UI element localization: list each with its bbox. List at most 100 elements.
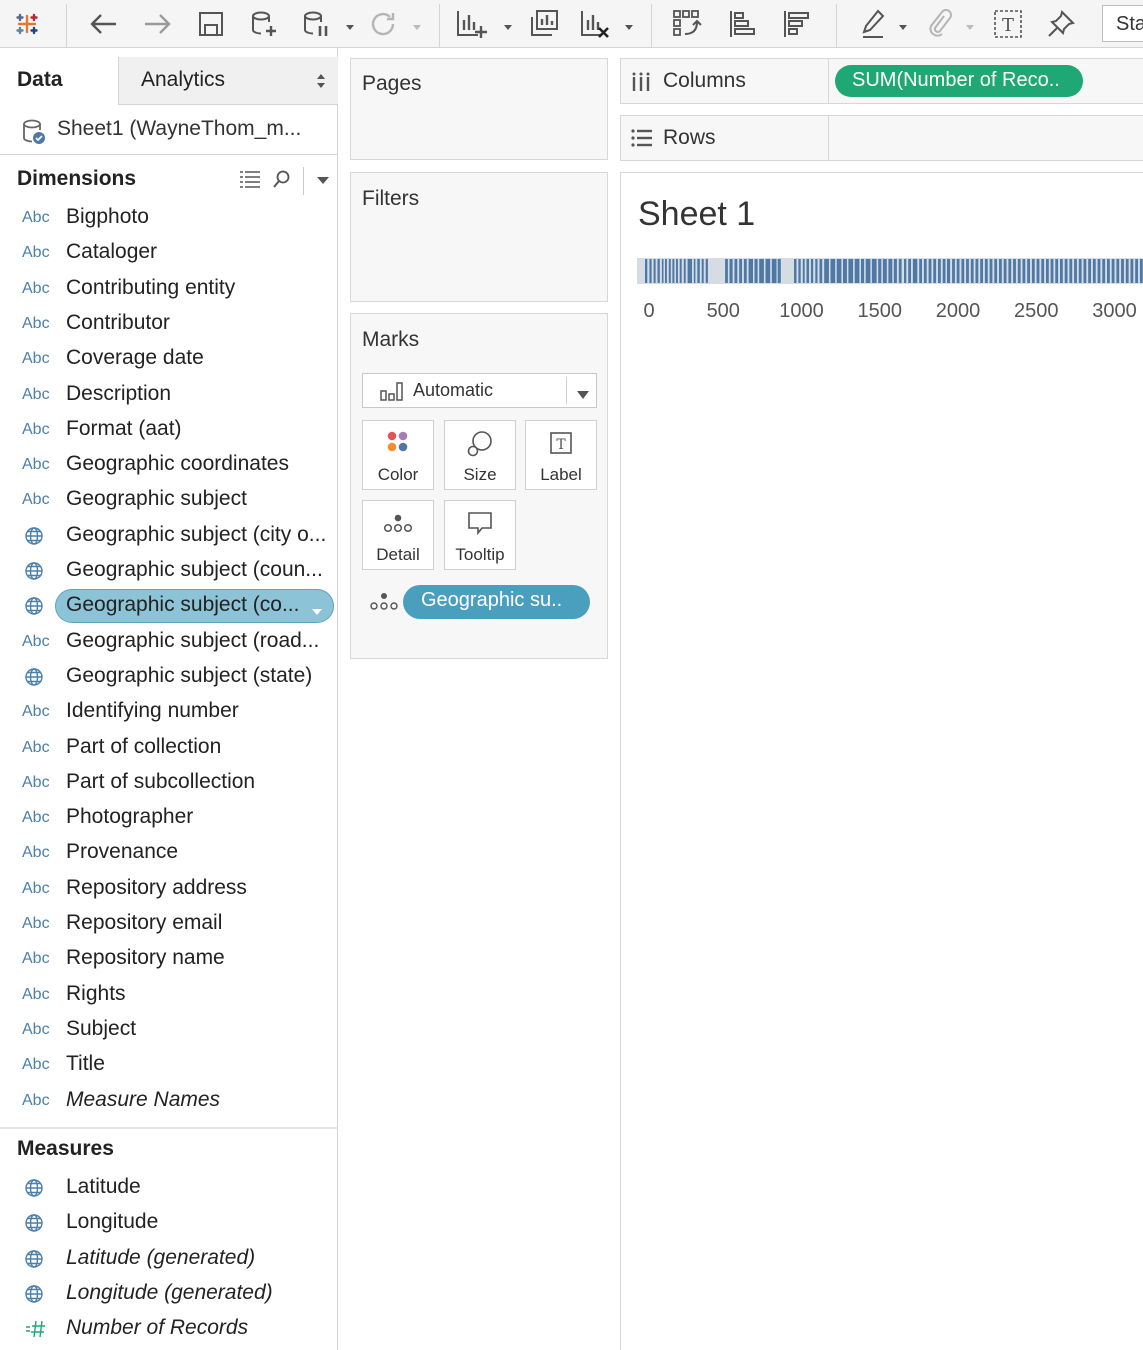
strip-mark[interactable] [830, 259, 836, 283]
strip-mark[interactable] [970, 259, 974, 283]
strip-mark[interactable] [919, 259, 922, 283]
strip-mark[interactable] [649, 259, 652, 283]
search-icon[interactable] [273, 170, 291, 193]
field-item[interactable]: Geographic subject (co... [0, 589, 338, 624]
strip-mark[interactable] [975, 259, 979, 283]
strip-mark[interactable] [843, 259, 847, 283]
strip-mark[interactable] [923, 259, 927, 283]
strip-mark[interactable] [912, 259, 918, 283]
strip-mark[interactable] [665, 259, 667, 283]
strip-mark[interactable] [938, 259, 941, 283]
strip-mark[interactable] [1064, 259, 1068, 283]
field-item[interactable]: Latitude (generated) [0, 1242, 338, 1277]
tab-data[interactable]: Data [0, 57, 118, 105]
strip-mark[interactable] [878, 259, 882, 283]
strip-mark[interactable] [1092, 259, 1096, 283]
columns-shelf[interactable]: Columns SUM(Number of Reco.. [620, 58, 1143, 104]
strip-mark[interactable] [645, 259, 648, 283]
strip-mark[interactable] [1102, 259, 1106, 283]
strip-mark[interactable] [989, 259, 993, 283]
strip-mark[interactable] [672, 259, 675, 283]
strip-mark[interactable] [848, 259, 854, 283]
strip-mark[interactable] [1083, 259, 1087, 283]
refresh-icon[interactable] [365, 6, 401, 42]
datasource-item[interactable]: Sheet1 (WayneThom_m... [0, 107, 338, 155]
highlight-icon[interactable] [856, 6, 892, 42]
strip-mark[interactable] [908, 259, 911, 283]
pages-card[interactable]: Pages [350, 58, 608, 160]
field-item[interactable]: Abc Subject [0, 1013, 338, 1048]
field-item[interactable]: Abc Rights [0, 978, 338, 1013]
strip-mark[interactable] [994, 259, 998, 283]
strip-mark[interactable] [1078, 259, 1082, 283]
strip-mark[interactable] [1069, 259, 1073, 283]
strip-mark[interactable] [854, 259, 860, 283]
field-item[interactable]: Abc Measure Names [0, 1084, 338, 1119]
strip-mark[interactable] [1111, 259, 1115, 283]
field-item[interactable]: Geographic subject (city o... [0, 519, 338, 554]
strip-mark[interactable] [1097, 259, 1101, 283]
field-item[interactable]: Abc Provenance [0, 836, 338, 871]
label-button[interactable]: T Label [525, 420, 597, 490]
strip-mark[interactable] [754, 259, 758, 283]
field-item[interactable]: Abc Repository email [0, 907, 338, 942]
strip-mark[interactable] [1121, 259, 1124, 283]
strip-mark[interactable] [1135, 259, 1138, 283]
field-item[interactable]: Abc Identifying number [0, 695, 338, 730]
strip-plot[interactable] [637, 258, 1143, 284]
mark-type-dropdown[interactable]: Automatic [362, 373, 597, 408]
detail-field-pill[interactable]: Geographic su.. [403, 585, 590, 619]
strip-mark[interactable] [819, 259, 823, 283]
strip-mark[interactable] [1074, 259, 1077, 283]
chevron-down-icon[interactable] [412, 19, 422, 30]
chevron-down-icon[interactable] [345, 19, 355, 30]
field-item[interactable]: Abc Part of collection [0, 731, 338, 766]
strip-mark[interactable] [739, 259, 742, 283]
strip-mark[interactable] [1125, 259, 1129, 283]
save-icon[interactable] [193, 6, 229, 42]
strip-mark[interactable] [882, 259, 887, 283]
group-members-icon[interactable] [921, 6, 957, 42]
strip-mark[interactable] [1116, 259, 1120, 283]
strip-mark[interactable] [693, 259, 696, 283]
clear-sheet-icon[interactable] [577, 6, 613, 42]
strip-mark[interactable] [748, 259, 753, 283]
field-item[interactable]: Abc Geographic coordinates [0, 448, 338, 483]
strip-mark[interactable] [861, 259, 865, 283]
strip-mark[interactable] [759, 259, 764, 283]
strip-mark[interactable] [984, 259, 988, 283]
strip-mark[interactable] [966, 259, 969, 283]
strip-mark[interactable] [1036, 259, 1040, 283]
chevron-down-icon[interactable] [624, 19, 634, 30]
strip-mark[interactable] [743, 259, 747, 283]
field-item[interactable]: Abc Bigphoto [0, 201, 338, 236]
chevron-down-icon[interactable] [503, 19, 513, 30]
fit-dropdown[interactable]: Standard [1102, 5, 1143, 42]
strip-mark[interactable] [898, 259, 902, 283]
strip-mark[interactable] [947, 259, 951, 283]
sort-ascending-icon[interactable] [724, 6, 760, 42]
field-item[interactable]: Latitude [0, 1171, 338, 1206]
field-item[interactable]: Longitude [0, 1206, 338, 1241]
chevron-down-icon[interactable] [965, 19, 975, 30]
strip-mark[interactable] [888, 259, 893, 283]
strip-mark[interactable] [1027, 259, 1030, 283]
strip-mark[interactable] [836, 259, 842, 283]
strip-mark[interactable] [871, 259, 877, 283]
strip-mark[interactable] [794, 259, 797, 283]
strip-mark[interactable] [1022, 259, 1026, 283]
field-item[interactable]: Geographic subject (coun... [0, 554, 338, 589]
strip-mark[interactable] [810, 259, 814, 283]
strip-mark[interactable] [1003, 259, 1007, 283]
tab-analytics[interactable]: Analytics [118, 57, 338, 105]
strip-mark[interactable] [705, 259, 708, 283]
swap-rows-columns-icon[interactable] [669, 6, 705, 42]
strip-mark[interactable] [815, 259, 818, 283]
strip-mark[interactable] [777, 259, 781, 283]
sort-descending-icon[interactable] [778, 6, 814, 42]
strip-mark[interactable] [1017, 259, 1021, 283]
fix-axes-icon[interactable] [1043, 6, 1079, 42]
strip-mark[interactable] [933, 259, 937, 283]
strip-mark[interactable] [1013, 259, 1016, 283]
strip-mark[interactable] [661, 259, 664, 283]
